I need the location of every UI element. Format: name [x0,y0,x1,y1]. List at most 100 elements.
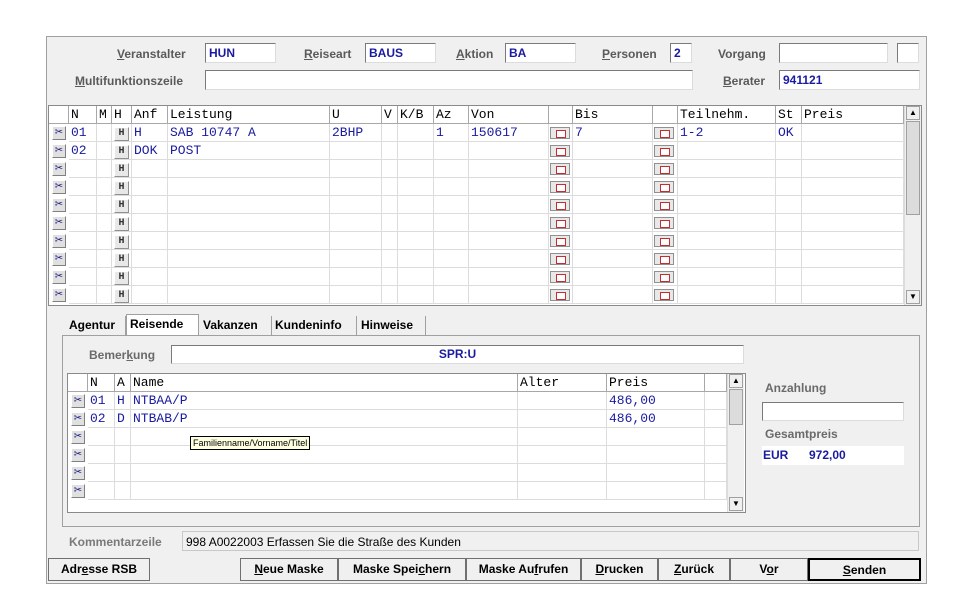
cell-anf[interactable] [132,286,168,304]
column-header[interactable]: K/B [398,106,434,124]
cell-n[interactable] [88,464,115,482]
row-h-cell[interactable]: H [112,232,132,250]
cell-u[interactable] [330,286,382,304]
cell-st[interactable] [776,268,802,286]
h-button[interactable]: H [114,253,129,267]
cell-anf[interactable]: DOK [132,142,168,160]
column-header[interactable]: Anf [132,106,168,124]
cell-alter[interactable] [518,464,607,482]
cell-leistung[interactable] [168,214,330,232]
cell-u[interactable] [330,250,382,268]
cell-v[interactable] [382,214,398,232]
scissors-icon[interactable]: ✂ [52,252,66,266]
cell-az[interactable] [434,286,469,304]
cell-bis[interactable] [573,286,653,304]
column-header[interactable] [653,106,678,124]
scissors-icon[interactable]: ✂ [52,288,66,302]
scroll-thumb[interactable] [729,389,743,425]
row-h-cell[interactable]: H [112,142,132,160]
cell-a[interactable]: D [115,410,131,428]
cell-name[interactable] [131,482,518,500]
calendar-icon[interactable] [654,253,674,265]
cell-n[interactable] [69,178,97,196]
cell-st[interactable] [776,160,802,178]
cell-extra[interactable] [705,482,727,500]
aktion-input[interactable]: BA [505,43,576,63]
cell-alter[interactable] [518,392,607,410]
cell-bis[interactable] [573,196,653,214]
services-grid-scrollbar[interactable]: ▲ ▼ [904,106,921,305]
cell-bis[interactable] [573,178,653,196]
cell-kb[interactable] [398,178,434,196]
cell-preis[interactable] [607,464,705,482]
calendar-cell[interactable] [549,268,573,286]
column-header[interactable]: Alter [518,374,607,392]
scissors-icon[interactable]: ✂ [52,162,66,176]
cell-az[interactable] [434,178,469,196]
cell-preis[interactable] [802,286,904,304]
cell-extra[interactable] [705,446,727,464]
cell-extra[interactable] [705,464,727,482]
cell-anf[interactable] [132,160,168,178]
cell-extra[interactable] [705,392,727,410]
cell-a[interactable] [115,482,131,500]
cell-alter[interactable] [518,482,607,500]
column-header[interactable] [549,106,573,124]
cell-teilnehm[interactable] [678,142,776,160]
scissors-icon[interactable]: ✂ [52,216,66,230]
cell-v[interactable] [382,232,398,250]
column-header[interactable]: Teilnehm. [678,106,776,124]
cell-leistung[interactable] [168,232,330,250]
calendar-cell[interactable] [653,214,678,232]
calendar-icon[interactable] [550,145,570,157]
tab-hinweise[interactable]: Hinweise [358,316,426,336]
column-header[interactable]: N [69,106,97,124]
calendar-icon[interactable] [654,145,674,157]
cell-preis[interactable] [802,214,904,232]
cell-n[interactable] [88,482,115,500]
cell-leistung[interactable]: SAB 10747 A [168,124,330,142]
cell-a[interactable] [115,446,131,464]
calendar-icon[interactable] [654,289,674,301]
cell-az[interactable] [434,250,469,268]
cell-m[interactable] [97,214,112,232]
cell-von[interactable] [469,196,549,214]
cell-leistung[interactable] [168,196,330,214]
calendar-cell[interactable] [653,178,678,196]
cell-n[interactable] [69,214,97,232]
cell-v[interactable] [382,178,398,196]
cell-n[interactable] [69,160,97,178]
cell-kb[interactable] [398,250,434,268]
cell-v[interactable] [382,286,398,304]
scissors-icon[interactable]: ✂ [71,448,85,462]
cell-st[interactable] [776,142,802,160]
senden-button[interactable]: Senden [808,558,921,581]
h-button[interactable]: H [114,271,129,285]
cell-m[interactable] [97,178,112,196]
cell-v[interactable] [382,250,398,268]
cell-m[interactable] [97,286,112,304]
cell-n[interactable]: 01 [88,392,115,410]
cell-teilnehm[interactable] [678,268,776,286]
calendar-cell[interactable] [653,142,678,160]
cell-leistung[interactable] [168,268,330,286]
cell-von[interactable] [469,142,549,160]
tab-kundeninfo[interactable]: Kundeninfo [272,316,357,336]
calendar-icon[interactable] [550,253,570,265]
cell-n[interactable] [69,196,97,214]
tab-vakanzen[interactable]: Vakanzen [200,316,272,336]
cell-u[interactable]: 2BHP [330,124,382,142]
cell-anf[interactable] [132,178,168,196]
h-button[interactable]: H [114,145,129,159]
scroll-thumb[interactable] [906,121,920,215]
cell-m[interactable] [97,142,112,160]
cell-name[interactable] [131,464,518,482]
cell-a[interactable] [115,428,131,446]
cell-v[interactable] [382,196,398,214]
cell-n[interactable] [69,250,97,268]
cell-leistung[interactable] [168,286,330,304]
cell-alter[interactable] [518,446,607,464]
cell-u[interactable] [330,214,382,232]
cell-name[interactable]: NTBAA/P [131,392,518,410]
cell-kb[interactable] [398,286,434,304]
